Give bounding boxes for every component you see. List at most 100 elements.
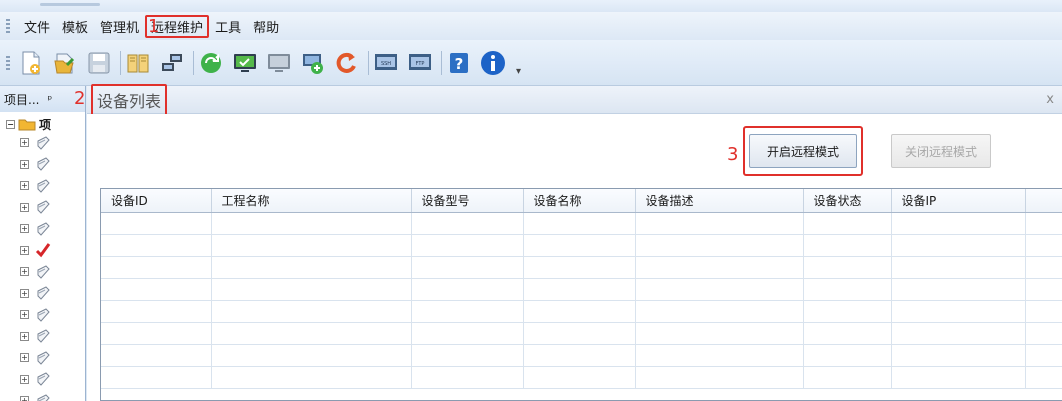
menu-help[interactable]: 帮助 <box>247 15 285 38</box>
device-icon <box>37 222 50 236</box>
ssh-icon[interactable]: SSH <box>373 50 399 76</box>
tree-node[interactable]: + <box>6 261 85 283</box>
close-tab-icon[interactable]: x <box>1046 92 1054 107</box>
device-icon <box>37 157 50 171</box>
column-header-device-model[interactable]: 设备型号 <box>411 189 524 213</box>
expand-icon[interactable]: + <box>20 138 29 148</box>
expand-icon[interactable]: + <box>20 331 29 341</box>
table-cell <box>211 234 412 257</box>
menu-file[interactable]: 文件 <box>18 15 56 38</box>
tree-node[interactable]: + <box>6 390 85 401</box>
tree-node[interactable]: + <box>6 132 85 154</box>
pin-icon[interactable]: ᵖ <box>47 93 52 106</box>
table-cell <box>411 234 524 257</box>
table-cell <box>523 344 636 367</box>
column-header-device-name[interactable]: 设备名称 <box>523 189 636 213</box>
table-cell <box>891 212 1026 235</box>
table-cell <box>211 300 412 323</box>
table-cell <box>1025 322 1062 345</box>
table-cell <box>211 212 412 235</box>
tree-node[interactable]: + <box>6 347 85 369</box>
expand-icon[interactable]: + <box>20 288 29 298</box>
table-row[interactable] <box>101 344 1062 367</box>
column-header-device-ip[interactable]: 设备IP <box>891 189 1026 213</box>
table-cell <box>891 322 1026 345</box>
table-cell <box>635 322 804 345</box>
column-header-project-name[interactable]: 工程名称 <box>211 189 412 213</box>
column-header-device-status[interactable]: 设备状态 <box>803 189 892 213</box>
expand-icon[interactable]: + <box>20 353 29 363</box>
help-icon[interactable]: ? <box>446 50 472 76</box>
table-row[interactable] <box>101 322 1062 345</box>
document-tab: 设备列表 x <box>87 83 1062 116</box>
menu-manager[interactable]: 管理机 <box>94 15 145 38</box>
tab-device-list[interactable]: 设备列表 <box>91 83 168 116</box>
monitor-gray-icon[interactable] <box>266 50 292 76</box>
table-cell <box>101 322 212 345</box>
table-row[interactable] <box>101 366 1062 389</box>
table-row[interactable] <box>101 212 1062 235</box>
table-cell <box>1025 366 1062 389</box>
info-icon[interactable] <box>480 50 506 76</box>
table-cell <box>891 278 1026 301</box>
add-connection-icon[interactable] <box>300 50 326 76</box>
open-file-icon[interactable] <box>52 50 78 76</box>
tree-node[interactable]: + <box>6 369 85 391</box>
step-marker-2: 2 <box>74 88 86 109</box>
table-row[interactable] <box>101 300 1062 323</box>
table-cell <box>523 366 636 389</box>
open-remote-mode-button[interactable]: 开启远程模式 <box>749 134 857 168</box>
table-cell <box>523 256 636 279</box>
table-cell <box>1025 344 1062 367</box>
network-icon[interactable] <box>159 50 185 76</box>
table-cell <box>891 234 1026 257</box>
table-cell <box>523 212 636 235</box>
toolbar-overflow-icon[interactable]: ▾ <box>516 66 521 77</box>
menu-template[interactable]: 模板 <box>56 15 94 38</box>
project-panel-title: 项目... <box>4 92 40 107</box>
expand-icon[interactable]: + <box>20 245 29 255</box>
ftp-icon[interactable]: FTP <box>407 50 433 76</box>
expand-icon[interactable]: + <box>20 181 29 191</box>
table-cell <box>101 256 212 279</box>
tree-node[interactable]: + <box>6 240 85 262</box>
expand-icon[interactable]: + <box>20 202 29 212</box>
expand-icon[interactable]: + <box>20 374 29 384</box>
table-cell <box>411 256 524 279</box>
collapse-icon[interactable]: − <box>6 119 15 129</box>
reload-icon[interactable] <box>334 50 360 76</box>
column-header-device-description[interactable]: 设备描述 <box>635 189 804 213</box>
tree-node[interactable]: + <box>6 218 85 240</box>
tree-node[interactable]: + <box>6 175 85 197</box>
book-icon[interactable] <box>125 50 151 76</box>
refresh-green-icon[interactable] <box>198 50 224 76</box>
tree-node[interactable]: + <box>6 283 85 305</box>
monitor-check-icon[interactable] <box>232 50 258 76</box>
table-cell <box>803 300 892 323</box>
title-strip <box>0 0 1062 12</box>
tree-node[interactable]: + <box>6 304 85 326</box>
table-cell <box>1025 256 1062 279</box>
save-icon[interactable] <box>86 50 112 76</box>
expand-icon[interactable]: + <box>20 310 29 320</box>
table-cell <box>101 366 212 389</box>
column-header-device-id[interactable]: 设备ID <box>101 189 212 213</box>
expand-icon[interactable]: + <box>20 224 29 234</box>
menu-tools[interactable]: 工具 <box>209 15 247 38</box>
new-file-icon[interactable] <box>18 50 44 76</box>
device-icon <box>37 372 50 386</box>
step-marker-1: 1 <box>148 16 160 37</box>
device-icon <box>37 286 50 300</box>
tree-node[interactable]: + <box>6 197 85 219</box>
expand-icon[interactable]: + <box>20 159 29 169</box>
device-icon <box>37 308 50 322</box>
expand-icon[interactable]: + <box>20 396 29 401</box>
tree-root[interactable]: − 项 <box>6 116 85 132</box>
tree-node[interactable]: + <box>6 154 85 176</box>
expand-icon[interactable]: + <box>20 267 29 277</box>
table-row[interactable] <box>101 256 1062 279</box>
table-row[interactable] <box>101 278 1062 301</box>
table-cell <box>101 300 212 323</box>
table-row[interactable] <box>101 234 1062 257</box>
tree-node[interactable]: + <box>6 326 85 348</box>
